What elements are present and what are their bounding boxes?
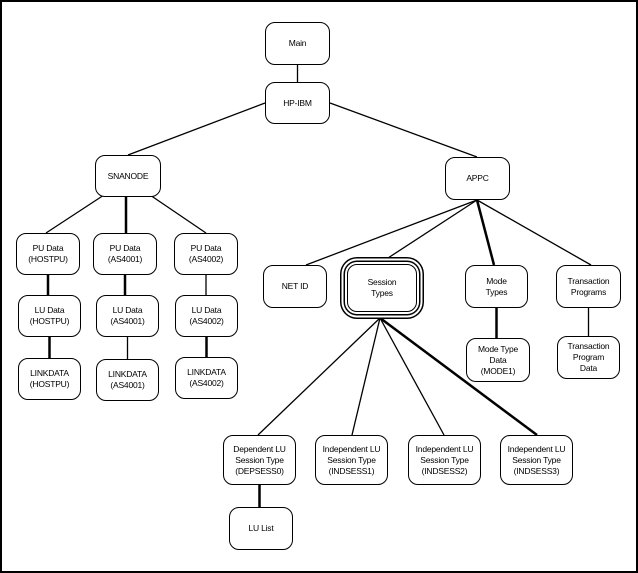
- node-independent-lu-session-type-3[interactable]: Independent LU Session Type (INDSESS3): [500, 435, 573, 485]
- connector-snanode-to-pu_as4002: [149, 194, 207, 234]
- node-pu-data-as4002[interactable]: PU Data (AS4002): [174, 233, 238, 275]
- node-linkdata-hostpu[interactable]: LINKDATA (HOSTPU): [18, 358, 81, 400]
- node-transaction-programs[interactable]: Transaction Programs: [556, 265, 621, 308]
- node-session-types-selected[interactable]: Session Types: [347, 264, 417, 312]
- node-lu-list[interactable]: LU List: [229, 507, 293, 550]
- node-independent-lu-session-type-2[interactable]: Independent LU Session Type (INDSESS2): [408, 435, 481, 485]
- connector-session_types-to-indsess1: [351, 317, 381, 436]
- node-lu-data-as4001[interactable]: LU Data (AS4001): [96, 295, 159, 337]
- node-transaction-program-data[interactable]: Transaction Program Data: [557, 336, 620, 379]
- node-lu-data-hostpu[interactable]: LU Data (HOSTPU): [18, 295, 81, 337]
- node-snanode[interactable]: SNANODE: [95, 155, 161, 197]
- connector-snanode-to-pu_hostpu: [45, 194, 105, 234]
- node-independent-lu-session-type-1[interactable]: Independent LU Session Type (INDSESS1): [315, 435, 388, 485]
- connector-hpibm-to-snanode: [127, 102, 266, 156]
- node-main[interactable]: Main: [265, 22, 330, 65]
- node-linkdata-as4001[interactable]: LINKDATA (AS4001): [96, 359, 159, 401]
- node-dependent-lu-session-type[interactable]: Dependent LU Session Type (DEPSESS0): [223, 435, 296, 485]
- node-pu-data-as4001[interactable]: PU Data (AS4001): [93, 233, 157, 275]
- node-appc[interactable]: APPC: [445, 157, 510, 200]
- connector-hpibm-to-appc: [329, 102, 478, 158]
- node-pu-data-hostpu[interactable]: PU Data (HOSTPU): [16, 233, 80, 275]
- connector-session_types-to-indsess2: [379, 317, 445, 436]
- node-linkdata-as4002[interactable]: LINKDATA (AS4002): [175, 357, 238, 399]
- connector-appc-to-tp: [476, 199, 592, 266]
- node-mode-types[interactable]: Mode Types: [465, 265, 528, 308]
- connector-session_types-to-depsess0: [257, 317, 381, 436]
- node-net-id[interactable]: NET ID: [263, 265, 327, 308]
- connector-appc-to-mode_types: [475, 199, 496, 266]
- node-hp-ibm[interactable]: HP-IBM: [265, 82, 330, 124]
- node-lu-data-as4002[interactable]: LU Data (AS4002): [175, 295, 238, 337]
- node-mode-type-data[interactable]: Mode Type Data (MODE1): [466, 338, 530, 382]
